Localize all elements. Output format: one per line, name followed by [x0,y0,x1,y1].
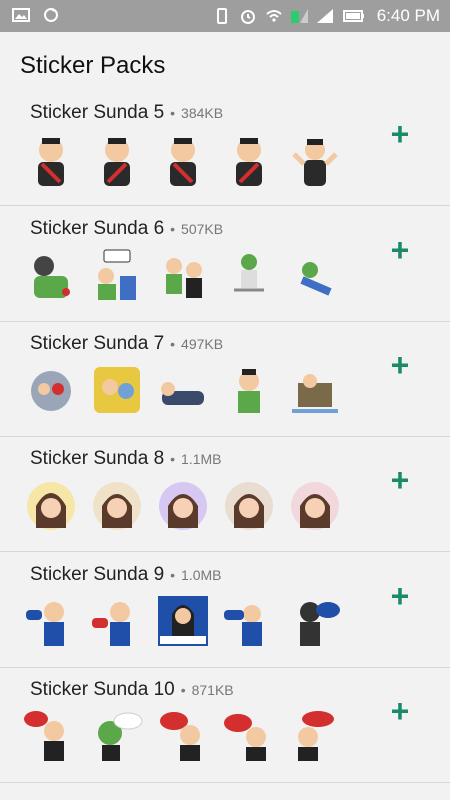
pack-name: Sticker Sunda 8 [30,448,165,469]
pack-size: 1.0MB [181,567,222,583]
pack-row[interactable]: Sticker Sunda 10 • 871KB + [0,667,450,783]
separator-dot: • [170,105,176,121]
add-pack-button[interactable]: + [388,118,412,150]
sticker-thumbnail [300,602,340,646]
pack-row[interactable]: Sticker Sunda 9 • 1.0MB + [0,552,450,668]
signal-2-icon [316,9,333,23]
page-title: Sticker Packs [20,52,166,79]
pack-size: 1.1MB [181,451,222,467]
separator-dot: • [170,451,176,467]
sticker-thumbnail [26,602,64,646]
alarm-icon [240,10,255,24]
sticker-thumbnail [238,369,260,413]
sticker-thumbnail [159,482,207,530]
pack-row[interactable]: Sticker Sunda 7 • 497KB + [0,321,450,437]
pack-row[interactable]: Sticker Sunda 6 • 507KB + [0,206,450,322]
sticker-thumbnail [166,258,202,298]
sticker-preview-row [22,476,344,534]
pack-row[interactable]: Sticker Sunda 5 • 384KB + [0,90,450,206]
pack-name: Sticker Sunda 10 [30,679,175,700]
sticker-preview-row [22,707,344,765]
vibrate-icon [216,8,227,24]
sticker-thumbnail [236,138,262,186]
sticker-preview-row [22,246,344,304]
pack-name: Sticker Sunda 5 [30,102,165,123]
separator-dot: • [170,567,176,583]
sticker-thumbnail [292,139,338,186]
sticker-preview-row [22,592,344,650]
sticker-preview-row [22,361,344,419]
pack-row[interactable]: Sticker Sunda 8 • 1.1MB + [0,436,450,552]
sticker-thumbnail [160,712,200,761]
sticker-thumbnail [104,138,130,186]
separator-dot: • [170,336,176,352]
sticker-thumbnail [92,602,130,646]
sticker-thumbnail [291,482,339,530]
status-bar: 6:40 PM [0,0,450,32]
pack-name: Sticker Sunda 6 [30,218,165,239]
pack-name: Sticker Sunda 9 [30,564,165,585]
separator-dot: • [170,221,176,237]
sticker-thumbnail [158,596,208,646]
sticker-thumbnail [170,138,196,186]
add-pack-button[interactable]: + [388,695,412,727]
pack-size: 871KB [191,682,234,698]
sticker-thumbnail [224,605,262,646]
clock-time: 6:40 PM [376,6,440,25]
pack-name: Sticker Sunda 7 [30,333,165,354]
sticker-thumbnail [298,711,334,761]
sticker-thumbnail [94,367,140,413]
battery-icon [342,10,364,22]
sticker-preview-row [22,130,344,188]
add-pack-button[interactable]: + [388,234,412,266]
add-pack-button[interactable]: + [388,349,412,381]
sticker-thumbnail [234,254,264,292]
sticker-thumbnail [93,482,141,530]
pack-size: 507KB [181,221,224,237]
sticker-thumbnail [98,249,136,300]
sticker-thumbnail [161,382,204,405]
sticker-thumbnail [34,256,70,298]
sticker-thumbnail [225,482,273,530]
sticker-thumbnail [27,482,75,530]
sticker-thumbnail [224,714,266,761]
sticker-thumbnail [31,371,71,411]
pack-size: 384KB [181,105,224,121]
gallery-icon [12,8,30,22]
separator-dot: • [180,682,186,698]
sticker-thumbnail [292,374,338,413]
wifi-icon [266,10,282,22]
add-pack-button[interactable]: + [388,580,412,612]
signal-1-icon [290,9,308,23]
sticker-thumbnail [38,138,64,186]
sticker-thumbnail [24,711,64,761]
pack-size: 497KB [181,336,224,352]
add-pack-button[interactable]: + [388,464,412,496]
sync-icon [44,8,58,22]
sticker-thumbnail [98,712,143,761]
sticker-thumbnail [300,262,332,296]
